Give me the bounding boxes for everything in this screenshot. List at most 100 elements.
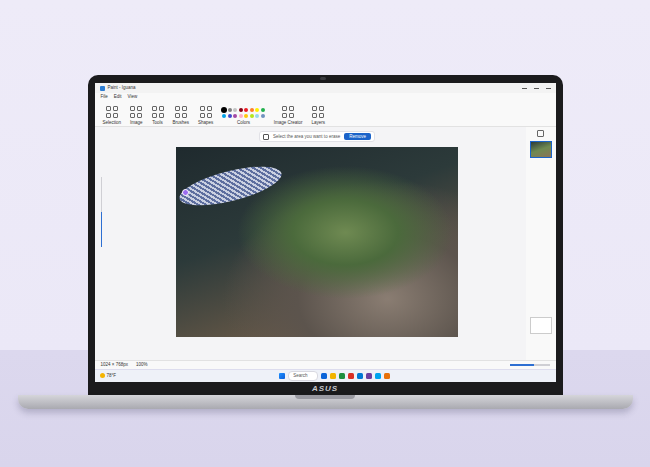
tool-grid bbox=[152, 106, 164, 118]
tool-grid bbox=[130, 106, 142, 118]
zoom-fill bbox=[101, 212, 103, 247]
tool-grid bbox=[200, 106, 212, 118]
tool-grid bbox=[106, 106, 118, 118]
weather-widget[interactable]: 78°F bbox=[100, 373, 117, 378]
tool-icon[interactable] bbox=[207, 113, 212, 118]
app-icon[interactable] bbox=[366, 373, 372, 379]
color-swatch[interactable] bbox=[222, 114, 226, 118]
app-icon[interactable] bbox=[339, 373, 345, 379]
minimize-icon[interactable] bbox=[522, 88, 527, 89]
tool-grid bbox=[282, 106, 294, 118]
search-box[interactable]: Search bbox=[288, 371, 318, 380]
photo[interactable] bbox=[176, 147, 458, 337]
app-icon[interactable] bbox=[384, 373, 390, 379]
tool-icon[interactable] bbox=[200, 106, 205, 111]
sun-icon bbox=[100, 373, 105, 378]
color-swatch[interactable] bbox=[261, 114, 265, 118]
layer-thumb[interactable] bbox=[530, 317, 552, 334]
tool-icon[interactable] bbox=[152, 106, 157, 111]
color-swatch[interactable] bbox=[250, 108, 254, 112]
color-swatch[interactable] bbox=[221, 107, 227, 113]
color-swatch[interactable] bbox=[255, 114, 259, 118]
tool-icon[interactable] bbox=[312, 106, 317, 111]
tool-icon[interactable] bbox=[312, 113, 317, 118]
tool-icon[interactable] bbox=[289, 106, 294, 111]
tool-icon[interactable] bbox=[319, 106, 324, 111]
tool-icon[interactable] bbox=[319, 113, 324, 118]
tool-icon[interactable] bbox=[106, 113, 111, 118]
color-swatch[interactable] bbox=[244, 114, 248, 118]
group-label: Shapes bbox=[198, 120, 213, 125]
tool-icon[interactable] bbox=[175, 106, 180, 111]
color-swatch[interactable] bbox=[233, 114, 237, 118]
group-label: Selection bbox=[103, 120, 122, 125]
ribbon-group: Colors bbox=[222, 108, 265, 125]
menu-bar: File Edit View bbox=[95, 93, 556, 101]
tool-icon[interactable] bbox=[282, 113, 287, 118]
color-swatch[interactable] bbox=[228, 114, 232, 118]
color-swatch[interactable] bbox=[255, 108, 259, 112]
group-label: Tools bbox=[152, 120, 163, 125]
zoom-fill bbox=[510, 364, 534, 366]
tool-icon[interactable] bbox=[159, 106, 164, 111]
app-icon[interactable] bbox=[330, 373, 336, 379]
tool-grid bbox=[175, 106, 187, 118]
tool-icon[interactable] bbox=[113, 106, 118, 111]
app-icon[interactable] bbox=[375, 373, 381, 379]
zoom-slider[interactable] bbox=[510, 364, 550, 366]
tool-icon[interactable] bbox=[130, 113, 135, 118]
tool-icon[interactable] bbox=[182, 106, 187, 111]
color-swatch[interactable] bbox=[244, 108, 248, 112]
tool-icon[interactable] bbox=[175, 113, 180, 118]
laptop-lid: Paint - IguanaFileEditViewSelectionImage… bbox=[88, 75, 563, 395]
group-label: Image Creator bbox=[274, 120, 303, 125]
tool-icon[interactable] bbox=[289, 113, 294, 118]
group-label: Colors bbox=[237, 120, 250, 125]
color-swatch[interactable] bbox=[239, 108, 243, 112]
ribbon-group: Shapes bbox=[198, 106, 213, 125]
workspace: Select the area you want to eraseRemove bbox=[95, 127, 556, 360]
color-swatch[interactable] bbox=[261, 108, 265, 112]
menu-item[interactable]: View bbox=[128, 94, 138, 99]
tool-icon[interactable] bbox=[106, 106, 111, 111]
group-label: Brushes bbox=[173, 120, 190, 125]
zoom-slider[interactable] bbox=[101, 177, 103, 247]
tool-icon[interactable] bbox=[137, 106, 142, 111]
tool-icon[interactable] bbox=[137, 113, 142, 118]
tool-icon[interactable] bbox=[182, 113, 187, 118]
screen: Paint - IguanaFileEditViewSelectionImage… bbox=[95, 83, 556, 382]
ribbon-group: Layers bbox=[312, 106, 326, 125]
app-icon[interactable] bbox=[357, 373, 363, 379]
app-icon[interactable] bbox=[348, 373, 354, 379]
ribbon: SelectionImageToolsBrushesShapesColorsIm… bbox=[95, 101, 556, 127]
ribbon-group: Selection bbox=[103, 106, 122, 125]
hinge-notch bbox=[295, 395, 355, 399]
close-icon[interactable] bbox=[546, 88, 551, 89]
brand-logo: ASUS bbox=[312, 384, 338, 393]
tool-icon[interactable] bbox=[200, 113, 205, 118]
layers-icon[interactable] bbox=[537, 130, 544, 137]
app-icon[interactable] bbox=[321, 373, 327, 379]
erase-selection[interactable] bbox=[176, 159, 285, 214]
ribbon-group: Image Creator bbox=[274, 106, 303, 125]
remove-button[interactable]: Remove bbox=[344, 133, 371, 140]
color-swatch[interactable] bbox=[228, 108, 232, 112]
laptop-base bbox=[18, 395, 633, 409]
eraser-icon bbox=[263, 134, 269, 140]
tool-icon[interactable] bbox=[152, 113, 157, 118]
color-swatch[interactable] bbox=[233, 108, 237, 112]
tool-icon[interactable] bbox=[159, 113, 164, 118]
tool-icon[interactable] bbox=[207, 106, 212, 111]
color-swatch[interactable] bbox=[239, 114, 243, 118]
menu-item[interactable]: Edit bbox=[114, 94, 122, 99]
maximize-icon[interactable] bbox=[534, 88, 539, 89]
group-label: Layers bbox=[312, 120, 326, 125]
color-swatch[interactable] bbox=[250, 114, 254, 118]
tool-icon[interactable] bbox=[113, 113, 118, 118]
tool-icon[interactable] bbox=[282, 106, 287, 111]
windows-icon[interactable] bbox=[279, 373, 285, 379]
tool-icon[interactable] bbox=[130, 106, 135, 111]
layers-panel bbox=[526, 127, 556, 360]
layer-thumb[interactable] bbox=[530, 141, 552, 158]
menu-item[interactable]: File bbox=[101, 94, 108, 99]
